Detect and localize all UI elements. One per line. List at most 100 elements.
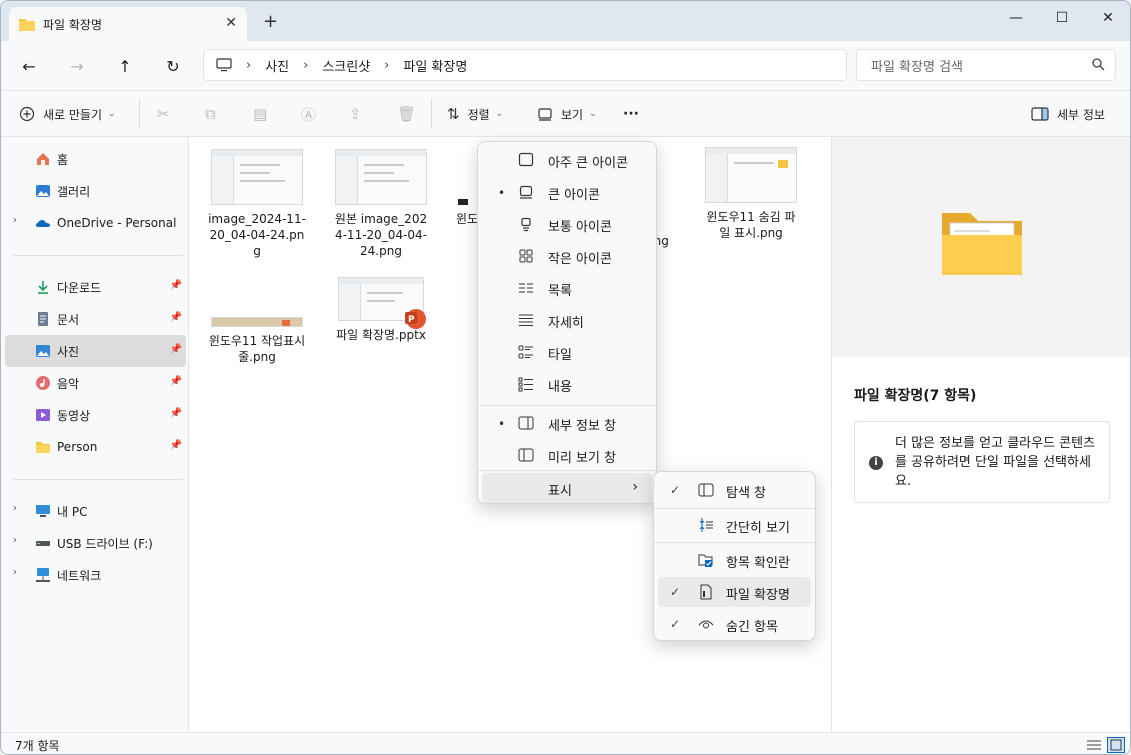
up-button[interactable]: ↑ — [113, 54, 137, 78]
file-item[interactable]: 윈도우11 숨김 파일 표시.png — [702, 147, 800, 241]
chevron-right-icon: › — [632, 479, 638, 495]
chevron-right-icon[interactable]: › — [13, 503, 17, 514]
search-placeholder: 파일 확장명 검색 — [871, 59, 963, 75]
search-icon[interactable] — [1091, 57, 1105, 71]
cut-button[interactable]: ✂ — [157, 103, 178, 125]
share-icon: ⇪ — [349, 105, 362, 123]
back-button[interactable]: ← — [17, 54, 41, 78]
sidebar-item-gallery[interactable]: 갤러리 — [5, 175, 186, 207]
copy-icon: ⧉ — [205, 105, 216, 123]
menu-item-show[interactable]: 표시 › — [482, 473, 652, 503]
new-button[interactable]: 새로 만들기 ⌄ — [19, 103, 116, 125]
file-name: 윈도우11 숨김 파일 표시.png — [706, 210, 796, 240]
paste-button[interactable]: ▤ — [253, 103, 275, 125]
forward-button[interactable]: → — [65, 54, 89, 78]
chevron-right-icon[interactable]: › — [13, 215, 17, 226]
tab-close-icon[interactable]: ✕ — [225, 15, 237, 31]
document-icon — [38, 312, 48, 326]
info-text: 더 많은 정보를 얻고 클라우드 콘텐츠를 공유하려면 단일 파일을 선택하세요… — [895, 436, 1096, 489]
details-view-icon[interactable] — [1085, 737, 1103, 753]
sort-button[interactable]: ⇅ 정렬 ⌄ — [447, 103, 503, 125]
more-options-button[interactable]: ··· — [623, 103, 639, 125]
menu-item-small-icons[interactable]: 작은 아이콘 — [482, 241, 652, 271]
content-icon — [518, 377, 533, 392]
breadcrumb-item[interactable]: 스크린샷 — [322, 56, 370, 75]
rename-icon: Ⓐ — [301, 105, 317, 124]
menu-item-tiles[interactable]: 타일 — [482, 337, 652, 367]
refresh-button[interactable]: ↻ — [161, 54, 185, 78]
pin-icon[interactable]: 📌 — [170, 312, 182, 323]
network-icon — [36, 568, 50, 582]
chevron-right-icon[interactable]: › — [13, 567, 17, 578]
search-input[interactable]: 파일 확장명 검색 — [856, 49, 1116, 81]
file-name: 파일 확장명.pptx — [336, 328, 426, 342]
menu-item-file-extensions[interactable]: ✓ 파일 확장명 — [658, 577, 811, 607]
view-label: 보기 — [561, 107, 584, 122]
sidebar-item-videos[interactable]: 동영상 📌 — [5, 399, 186, 431]
breadcrumb-separator: › — [303, 57, 309, 73]
menu-item-details-pane[interactable]: • 세부 정보 창 — [482, 408, 652, 438]
file-item[interactable]: image_2024-11-20_04-04-24.png — [208, 149, 306, 259]
breadcrumb-separator: › — [384, 57, 390, 73]
pin-icon[interactable]: 📌 — [170, 376, 182, 387]
close-window-button[interactable]: ✕ — [1085, 7, 1130, 29]
onedrive-icon — [36, 220, 50, 227]
menu-item-list[interactable]: 목록 — [482, 273, 652, 303]
menu-item-large-icons[interactable]: • 큰 아이콘 — [482, 177, 652, 207]
file-item[interactable]: P 파일 확장명.pptx — [332, 277, 430, 343]
rename-button[interactable]: Ⓐ — [301, 103, 324, 125]
pin-icon[interactable]: 📌 — [170, 440, 182, 451]
command-bar: 새로 만들기 ⌄ ✂ ⧉ ▤ Ⓐ ⇪ 🗑 ⇅ 정렬 ⌄ 보기 ⌄ ··· 세부 … — [1, 91, 1130, 137]
menu-item-hidden-items[interactable]: ✓ 숨긴 항목 — [658, 609, 811, 639]
extra-large-icons-icon — [518, 152, 534, 167]
sidebar-item-downloads[interactable]: 다운로드 📌 — [5, 271, 186, 303]
menu-item-item-checkboxes[interactable]: 항목 확인란 — [658, 545, 811, 575]
home-icon — [37, 153, 49, 165]
share-button[interactable]: ⇪ — [349, 103, 370, 125]
info-box: i 더 많은 정보를 얻고 클라우드 콘텐츠를 공유하려면 단일 파일을 선택하… — [854, 421, 1110, 503]
breadcrumb-item[interactable]: 사진 — [265, 56, 289, 75]
address-bar[interactable]: › 사진 › 스크린샷 › 파일 확장명 — [203, 49, 847, 81]
sidebar-item-this-pc[interactable]: › 내 PC — [5, 495, 186, 527]
divider — [431, 99, 432, 129]
new-tab-button[interactable]: + — [263, 13, 278, 31]
view-button[interactable]: 보기 ⌄ — [537, 103, 597, 125]
delete-button[interactable]: 🗑 — [397, 103, 424, 125]
file-item[interactable]: 윈도우11 작업표시줄.png — [208, 317, 306, 365]
checkbox-icon — [698, 554, 713, 567]
menu-item-navigation-pane[interactable]: ✓ 탐색 창 — [658, 475, 811, 505]
menu-item-compact-view[interactable]: 간단히 보기 — [658, 510, 811, 540]
sidebar-item-person[interactable]: Person 📌 — [5, 431, 186, 463]
file-name: image_2024-11-20_04-04-24.png — [208, 212, 306, 258]
minimize-button[interactable]: — — [993, 7, 1039, 29]
large-icons-view-icon[interactable] — [1107, 737, 1125, 753]
menu-item-medium-icons[interactable]: 보통 아이콘 — [482, 209, 652, 239]
pin-icon[interactable]: 📌 — [170, 280, 182, 291]
file-item[interactable]: 원본 image_2024-11-20_04-04-24.png — [332, 149, 430, 259]
breadcrumb-separator: › — [246, 57, 252, 73]
tab-current[interactable]: 파일 확장명 ✕ — [9, 7, 247, 41]
maximize-button[interactable]: ☐ — [1039, 7, 1085, 29]
menu-item-preview-pane[interactable]: 미리 보기 창 — [482, 440, 652, 470]
sidebar-item-pictures[interactable]: 사진 📌 — [5, 335, 186, 367]
sidebar-item-home[interactable]: 홈 — [5, 143, 186, 175]
sidebar-item-network[interactable]: › 네트워크 — [5, 559, 186, 591]
menu-item-extra-large-icons[interactable]: 아주 큰 아이콘 — [482, 145, 652, 175]
tab-title: 파일 확장명 — [43, 17, 103, 32]
copy-button[interactable]: ⧉ — [205, 103, 224, 125]
chevron-down-icon: ⌄ — [108, 109, 116, 119]
menu-item-content[interactable]: 내용 — [482, 369, 652, 399]
breadcrumb-item[interactable]: 파일 확장명 — [403, 56, 467, 75]
pin-icon[interactable]: 📌 — [170, 408, 182, 419]
sidebar-item-usb-drive[interactable]: › USB 드라이브 (F:) — [5, 527, 186, 559]
chevron-right-icon[interactable]: › — [13, 535, 17, 546]
video-icon — [36, 409, 50, 421]
menu-item-details[interactable]: 자세히 — [482, 305, 652, 335]
sidebar-item-onedrive[interactable]: › OneDrive - Personal — [5, 207, 186, 239]
details-pane-button[interactable]: 세부 정보 — [1031, 103, 1105, 125]
pin-icon[interactable]: 📌 — [170, 344, 182, 355]
trash-icon: 🗑 — [397, 105, 417, 123]
sidebar-item-documents[interactable]: 문서 📌 — [5, 303, 186, 335]
details-title: 파일 확장명(7 항목) — [854, 388, 977, 404]
sidebar-item-music[interactable]: 음악 📌 — [5, 367, 186, 399]
